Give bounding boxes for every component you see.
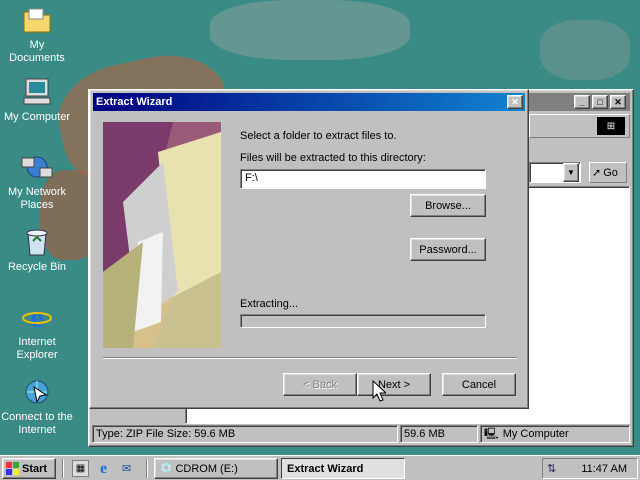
- internet-explorer-icon: e: [21, 301, 53, 333]
- connect-internet-icon: [21, 376, 53, 408]
- folder-icon: [21, 4, 53, 36]
- desktop-icon-label: My Network Places: [7, 186, 67, 211]
- go-button-label: Go: [603, 166, 618, 179]
- desktop-icon-internet-explorer[interactable]: e Internet Explorer: [0, 301, 74, 362]
- close-button[interactable]: ✕: [507, 95, 523, 109]
- status-location-label: My Computer: [502, 428, 569, 440]
- windows-logo-icon: [6, 462, 19, 475]
- outlook-express-icon[interactable]: ✉: [118, 460, 135, 477]
- network-icon: [21, 151, 53, 183]
- task-label: Extract Wizard: [287, 462, 364, 475]
- close-button[interactable]: ✕: [610, 95, 626, 109]
- desktop-icon-label: Internet Explorer: [16, 336, 58, 361]
- svg-text:e: e: [30, 302, 43, 332]
- taskbar: Start ▦ e ✉ 💿 CDROM (E:) Extract Wizard …: [0, 455, 640, 480]
- browse-button[interactable]: Browse...: [410, 194, 486, 217]
- task-extract-wizard[interactable]: Extract Wizard: [281, 458, 405, 479]
- explorer-status-bar: Type: ZIP File Size: 59.6 MB 59.6 MB 🖳 M…: [92, 425, 630, 443]
- desktop-icon-my-documents[interactable]: My Documents: [0, 4, 74, 65]
- wizard-title: Extract Wizard: [96, 96, 173, 108]
- desktop-icon-connect-to-internet[interactable]: Connect to the Internet: [0, 376, 74, 437]
- desktop-icon-label: My Computer: [3, 111, 71, 123]
- desktop-icon-label: Recycle Bin: [7, 261, 67, 273]
- extract-wizard-dialog[interactable]: Extract Wizard ✕ Select a folder to extr…: [89, 89, 529, 409]
- address-dropdown-button[interactable]: ▼: [563, 163, 579, 182]
- desktop-icon-my-network-places[interactable]: My Network Places: [0, 151, 74, 212]
- computer-icon: 🖳: [484, 427, 499, 440]
- taskbar-divider: [62, 459, 64, 478]
- desktop-icon-label: Connect to the Internet: [1, 411, 73, 436]
- wallpaper-shape: [540, 20, 630, 80]
- system-tray: ⇅ 11:47 AM: [542, 458, 638, 479]
- taskbar-divider: [146, 459, 148, 478]
- next-button[interactable]: Next >: [357, 373, 431, 396]
- wizard-title-bar[interactable]: Extract Wizard ✕: [93, 93, 525, 111]
- dialog-separator: [103, 357, 517, 359]
- extracting-label: Extracting...: [240, 298, 299, 310]
- status-size: 59.6 MB: [400, 425, 478, 443]
- minimize-button[interactable]: _: [574, 95, 590, 109]
- extract-progress-bar: [240, 314, 486, 328]
- desktop-icon-my-computer[interactable]: My Computer: [0, 76, 74, 124]
- cancel-button[interactable]: Cancel: [442, 373, 516, 396]
- back-button[interactable]: < Back: [283, 373, 357, 396]
- directory-input[interactable]: F:\: [240, 169, 486, 189]
- start-button[interactable]: Start: [2, 458, 56, 479]
- status-location: 🖳 My Computer: [480, 425, 630, 443]
- clock: 11:47 AM: [581, 462, 627, 475]
- network-activity-icon[interactable]: ⇅: [547, 462, 556, 475]
- mouse-pointer-icon: [372, 380, 386, 402]
- show-desktop-icon[interactable]: ▦: [72, 460, 89, 477]
- explorer-toolbar: ⊞: [529, 114, 630, 138]
- directory-label: Files will be extracted to this director…: [240, 152, 426, 164]
- wizard-illustration: [103, 122, 221, 348]
- windows-logo-icon: ⊞: [597, 117, 625, 135]
- quick-launch: ▦ e ✉: [72, 460, 135, 477]
- status-type-size: Type: ZIP File Size: 59.6 MB: [92, 425, 398, 443]
- desktop-icon-recycle-bin[interactable]: Recycle Bin: [0, 226, 74, 274]
- go-button[interactable]: ➚ Go: [589, 162, 627, 183]
- internet-explorer-icon[interactable]: e: [95, 460, 112, 477]
- wallpaper-shape: [210, 0, 410, 60]
- computer-icon: [21, 76, 53, 108]
- recycle-bin-icon: [21, 226, 53, 258]
- start-label: Start: [22, 462, 48, 475]
- go-arrow-icon: ➚: [592, 167, 602, 179]
- task-cdrom[interactable]: 💿 CDROM (E:): [154, 458, 278, 479]
- wizard-instruction: Select a folder to extract files to.: [240, 130, 397, 142]
- maximize-button[interactable]: □: [592, 95, 608, 109]
- cdrom-icon: 💿: [160, 463, 173, 474]
- password-button[interactable]: Password...: [410, 238, 486, 261]
- task-label: CDROM (E:): [175, 462, 238, 475]
- desktop-icon-label: My Documents: [9, 39, 65, 64]
